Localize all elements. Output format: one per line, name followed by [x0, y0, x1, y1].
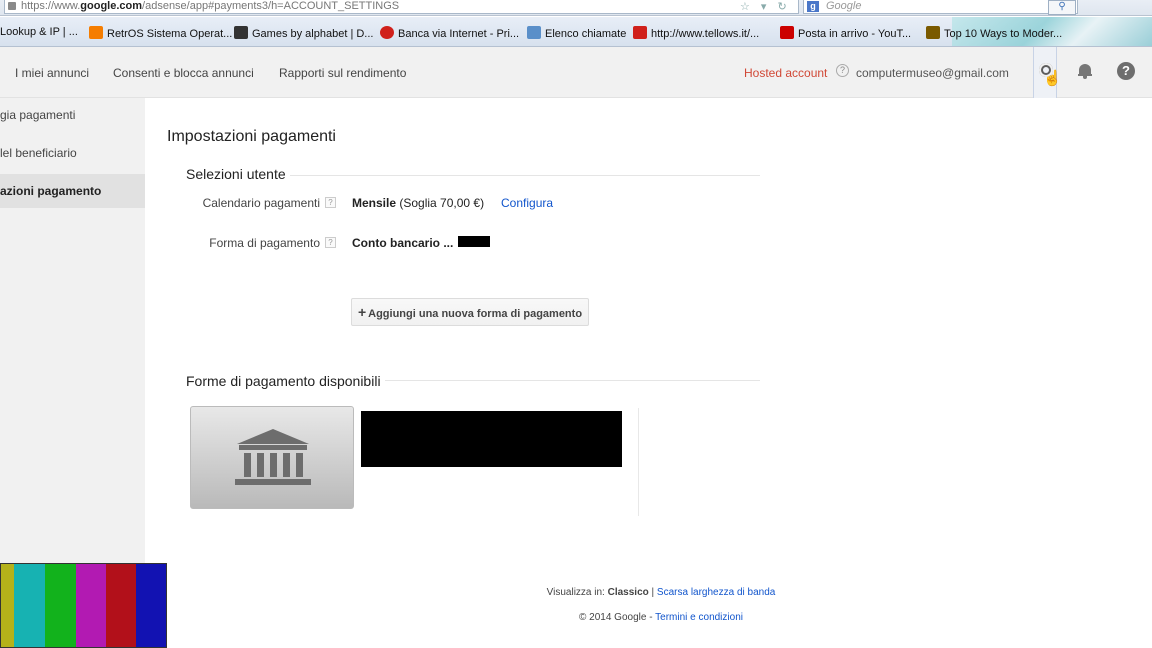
youtube-icon: [780, 26, 794, 39]
bookmark-item[interactable]: Top 10 Ways to Moder...: [926, 26, 1062, 40]
redacted-bank-details: [361, 411, 622, 467]
bookmark-label: Posta in arrivo - YouT...: [798, 28, 912, 40]
nav-my-ads[interactable]: I miei annunci: [15, 66, 89, 80]
view-in-label: Visualizza in:: [546, 587, 605, 598]
url-domain: google.com: [80, 0, 143, 12]
bookmark-item[interactable]: Elenco chiamate: [527, 26, 626, 40]
google-search-icon: g: [807, 1, 819, 12]
footer-view-options: Visualizza in: Classico | Scarsa larghez…: [546, 587, 776, 598]
url-prefix: https://www.: [21, 0, 81, 12]
blogger-icon: [89, 26, 103, 39]
browser-address-bar: https://www.google.com/adsense/app#payme…: [0, 0, 1152, 16]
bookmark-label: Banca via Internet - Pri...: [398, 28, 520, 40]
reload-star-icons[interactable]: ☆ ▾ ↻: [740, 0, 791, 13]
payment-method-help-icon[interactable]: ?: [325, 237, 336, 248]
hosted-account-label[interactable]: Hosted account: [744, 66, 827, 80]
configure-link[interactable]: Configura: [501, 196, 553, 210]
search-placeholder: Google: [826, 0, 862, 12]
browser-search-input[interactable]: g Google: [803, 0, 1078, 14]
add-button-label: Aggiungi una nuova forma di pagamento: [368, 308, 583, 320]
terms-link[interactable]: Termini e condizioni: [655, 612, 743, 623]
redacted-account-number: [458, 236, 490, 247]
bookmark-item[interactable]: Games by alphabet | D...: [234, 26, 373, 40]
available-methods-heading: Forme di pagamento disponibili: [186, 373, 381, 389]
bookmark-label: RetrOS Sistema Operat...: [107, 28, 233, 40]
bell-icon[interactable]: [1078, 62, 1092, 79]
phone-list-icon: [527, 26, 541, 39]
sidebar-item-payee-info[interactable]: lel beneficiario: [0, 136, 145, 170]
bookmarks-bar: Lookup & IP | ... RetrOS Sistema Operat.…: [0, 17, 1152, 47]
schedule-help-icon[interactable]: ?: [325, 197, 336, 208]
payment-method-label: Forma di pagamento: [209, 236, 320, 250]
bookmark-item[interactable]: http://www.tellows.it/...: [633, 26, 759, 40]
schedule-label: Calendario pagamenti: [202, 196, 320, 210]
copyright-text: © 2014 Google: [579, 612, 647, 623]
page-title: Impostazioni pagamenti: [167, 128, 336, 145]
bookmark-label: Top 10 Ways to Moder...: [944, 28, 1063, 40]
plus-icon: +: [357, 304, 367, 320]
bank-icon: [235, 429, 311, 485]
divider: [385, 380, 760, 381]
payment-method-value: Conto bancario ...: [352, 236, 454, 250]
bank-icon: [380, 26, 394, 39]
url-path: /adsense/app#payments3/h=ACCOUNT_SETTING…: [142, 0, 400, 12]
help-icon[interactable]: ?: [1117, 62, 1135, 80]
search-button[interactable]: ⚲: [1048, 0, 1076, 15]
lock-icon: [8, 2, 16, 10]
bookmark-item[interactable]: Banca via Internet - Pri...: [380, 26, 519, 40]
sidebar-item-payment-settings[interactable]: azioni pagamento: [0, 174, 145, 208]
hand-cursor-icon: ☝: [1043, 70, 1062, 87]
schedule-threshold: (Soglia 70,00 €): [399, 196, 485, 210]
add-payment-method-button[interactable]: + Aggiungi una nuova forma di pagamento: [351, 298, 589, 326]
app-header: I miei annunci Consenti e blocca annunci…: [0, 47, 1152, 98]
footer-copyright: © 2014 Google - Termini e condizioni: [579, 612, 743, 623]
bookmark-label: Elenco chiamate: [545, 28, 627, 40]
bookmark-item[interactable]: Posta in arrivo - YouT...: [780, 26, 911, 40]
user-selections-heading: Selezioni utente: [186, 166, 286, 182]
nav-performance-reports[interactable]: Rapporti sul rendimento: [279, 66, 406, 80]
divider: [290, 175, 760, 176]
bookmark-item[interactable]: RetrOS Sistema Operat...: [89, 26, 232, 40]
settings-button[interactable]: ☝: [1033, 47, 1062, 98]
bookmark-label: http://www.tellows.it/...: [651, 28, 760, 40]
page-icon: [234, 26, 248, 39]
classic-view: Classico: [607, 587, 649, 598]
site-icon: [926, 26, 940, 39]
account-email[interactable]: computermuseo@gmail.com: [856, 66, 1009, 80]
bookmark-label: Lookup & IP | ...: [0, 26, 78, 38]
bookmark-item[interactable]: Lookup & IP | ...: [0, 26, 78, 38]
bank-transfer-card[interactable]: [190, 406, 354, 509]
low-bandwidth-link[interactable]: Scarsa larghezza di banda: [657, 587, 775, 598]
sidebar-item-payment-summary[interactable]: gia pagamenti: [0, 98, 145, 132]
help-question-icon[interactable]: ?: [836, 64, 849, 77]
color-test-bars: [0, 563, 167, 648]
phone-icon: [633, 26, 647, 39]
nav-allow-block-ads[interactable]: Consenti e blocca annunci: [113, 66, 254, 80]
schedule-frequency: Mensile: [352, 196, 397, 210]
url-field[interactable]: https://www.google.com/adsense/app#payme…: [4, 0, 799, 14]
bookmark-label: Games by alphabet | D...: [252, 28, 374, 40]
divider: [638, 408, 639, 516]
schedule-value: Mensile (Soglia 70,00 €): [352, 196, 484, 210]
